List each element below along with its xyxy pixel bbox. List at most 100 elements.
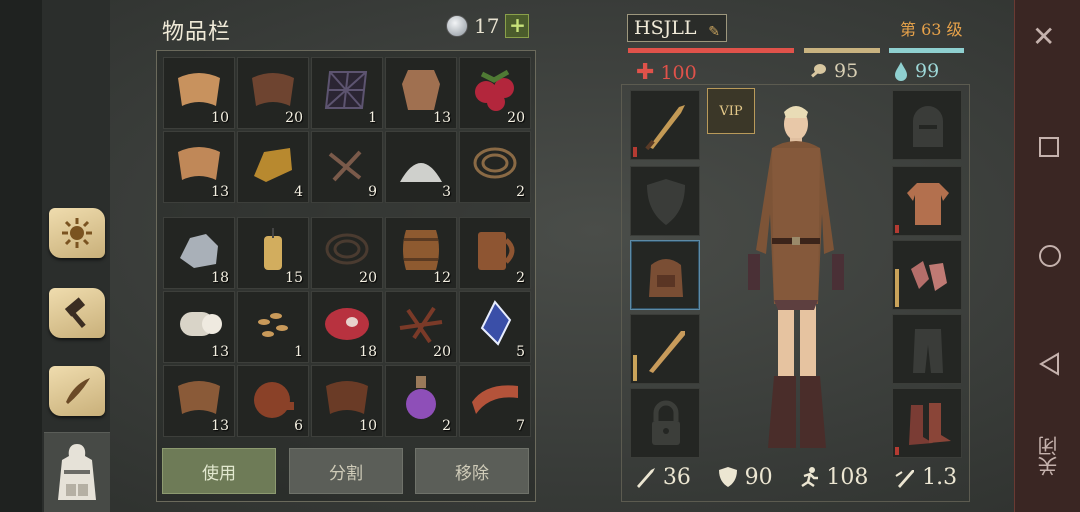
item-quantity: 10 xyxy=(359,418,377,434)
inventory-slot[interactable]: 20 xyxy=(237,57,309,129)
inventory-slot[interactable]: 2 xyxy=(385,365,457,437)
item-quantity: 2 xyxy=(442,418,451,434)
back-icon[interactable] xyxy=(1038,352,1060,376)
combat-stats-bar: 36 90 108 1.3 xyxy=(622,455,970,499)
inventory-slot[interactable]: 20 xyxy=(459,57,531,129)
edit-name-icon[interactable]: ✎ xyxy=(708,19,720,45)
recent-apps-icon[interactable] xyxy=(1038,136,1060,158)
cord-coil-icon xyxy=(325,233,369,265)
inventory-slot[interactable]: 6 xyxy=(237,365,309,437)
inventory-slot[interactable]: 20 xyxy=(311,217,383,289)
secondary-weapon-slot[interactable] xyxy=(630,314,700,384)
boots-slot[interactable] xyxy=(892,388,962,458)
backpack-icon xyxy=(58,443,96,500)
shield-icon xyxy=(647,179,685,225)
water-bar xyxy=(889,48,964,53)
hammer-icon xyxy=(49,288,105,338)
backpack-slot[interactable] xyxy=(630,240,700,310)
split-button[interactable]: 分割 xyxy=(289,448,403,494)
home-icon[interactable] xyxy=(1038,244,1062,268)
crystal-icon xyxy=(480,300,512,346)
armor-slot[interactable] xyxy=(892,166,962,236)
inventory-grid-bottom: 18 15 20 12 2 13 1 18 20 5 13 6 10 2 7 xyxy=(163,217,531,437)
item-quantity: 20 xyxy=(359,270,377,286)
inventory-slot[interactable]: 13 xyxy=(385,57,457,129)
close-label[interactable]: 关闭 xyxy=(1034,436,1063,476)
item-quantity: 20 xyxy=(433,344,451,360)
inventory-slot[interactable]: 10 xyxy=(311,365,383,437)
gloves-icon xyxy=(911,261,947,291)
inventory-slot[interactable]: 20 xyxy=(385,291,457,363)
sword-icon xyxy=(649,331,685,373)
helmet-icon xyxy=(913,106,943,147)
character-model xyxy=(748,106,844,448)
sun-book-icon xyxy=(49,208,105,258)
inventory-slot[interactable]: 18 xyxy=(163,217,235,289)
shield-slot[interactable] xyxy=(630,166,700,236)
food-stat: 95 xyxy=(808,60,858,82)
inventory-slot[interactable]: 4 xyxy=(237,131,309,203)
inventory-slot[interactable]: 3 xyxy=(385,131,457,203)
item-quantity: 18 xyxy=(211,270,229,286)
character-name-box[interactable]: HSJLL ✎ xyxy=(627,14,727,42)
inventory-slot[interactable]: 2 xyxy=(459,217,531,289)
inventory-slot[interactable]: 2 xyxy=(459,131,531,203)
inventory-panel: 10 20 1 13 20 13 4 9 3 2 18 15 20 12 2 13 1 18 20 5 13 6 10 2 7 xyxy=(156,50,536,502)
item-quantity: 20 xyxy=(507,110,525,126)
item-quantity: 5 xyxy=(516,344,525,360)
close-icon[interactable]: ✕ xyxy=(1032,20,1055,53)
item-quantity: 13 xyxy=(211,418,229,434)
sidebar-inventory-button[interactable] xyxy=(44,432,110,512)
character-name: HSJLL xyxy=(634,17,697,39)
inventory-slot[interactable]: 18 xyxy=(311,291,383,363)
inventory-slot[interactable]: 13 xyxy=(163,365,235,437)
sidebar-skills-button[interactable] xyxy=(44,198,110,268)
sidebar-quests-button[interactable] xyxy=(44,356,110,426)
game-screen: 物品栏 17 + 10 20 1 13 20 13 4 9 3 2 18 15 20 12 2 13 1 18 2… xyxy=(0,0,1080,512)
gem-counter: 17 + xyxy=(446,14,530,38)
water-value: 99 xyxy=(915,60,940,82)
weapon-slot[interactable] xyxy=(630,90,700,160)
inventory-slot[interactable]: 9 xyxy=(311,131,383,203)
locked-slot[interactable] xyxy=(630,388,700,458)
swift-sword-icon xyxy=(895,470,915,488)
inventory-slot[interactable]: 1 xyxy=(237,291,309,363)
inventory-slot[interactable]: 1 xyxy=(311,57,383,129)
use-button[interactable]: 使用 xyxy=(162,448,276,494)
attack-value: 36 xyxy=(662,464,691,490)
food-bar xyxy=(804,48,880,53)
iron-ore-icon xyxy=(180,234,218,268)
inventory-slot[interactable]: 13 xyxy=(163,131,235,203)
padlock-icon xyxy=(652,400,680,445)
character-level: 第 63 级 xyxy=(900,20,963,39)
running-icon xyxy=(801,467,819,488)
machete-icon xyxy=(645,105,685,151)
speed-value: 108 xyxy=(826,464,869,490)
leather-scrap-icon xyxy=(178,381,220,414)
inventory-slot[interactable]: 13 xyxy=(163,291,235,363)
gem-count: 17 xyxy=(474,14,500,38)
animal-hide-icon xyxy=(402,70,440,110)
inventory-slot[interactable]: 7 xyxy=(459,365,531,437)
woven-cloth-icon xyxy=(178,147,220,180)
jacket-icon xyxy=(907,183,949,225)
gloves-slot[interactable] xyxy=(892,240,962,310)
linen-roll-icon xyxy=(180,312,222,336)
remove-button[interactable]: 移除 xyxy=(415,448,529,494)
pants-slot[interactable] xyxy=(892,314,962,384)
helmet-slot[interactable] xyxy=(892,90,962,160)
quill-scroll-icon xyxy=(49,366,105,416)
leather-backpack-icon xyxy=(649,259,683,297)
item-quantity: 20 xyxy=(285,110,303,126)
item-quantity: 2 xyxy=(516,184,525,200)
sword-attack-icon xyxy=(636,468,655,488)
twigs-icon xyxy=(399,306,443,344)
add-gems-button[interactable]: + xyxy=(505,14,530,38)
inventory-slot[interactable]: 15 xyxy=(237,217,309,289)
inventory-slot[interactable]: 12 xyxy=(385,217,457,289)
inventory-slot[interactable]: 5 xyxy=(459,291,531,363)
sidebar-craft-button[interactable] xyxy=(44,278,110,348)
inventory-slot[interactable]: 10 xyxy=(163,57,235,129)
item-quantity: 10 xyxy=(211,110,229,126)
raw-meat-icon xyxy=(325,308,369,340)
